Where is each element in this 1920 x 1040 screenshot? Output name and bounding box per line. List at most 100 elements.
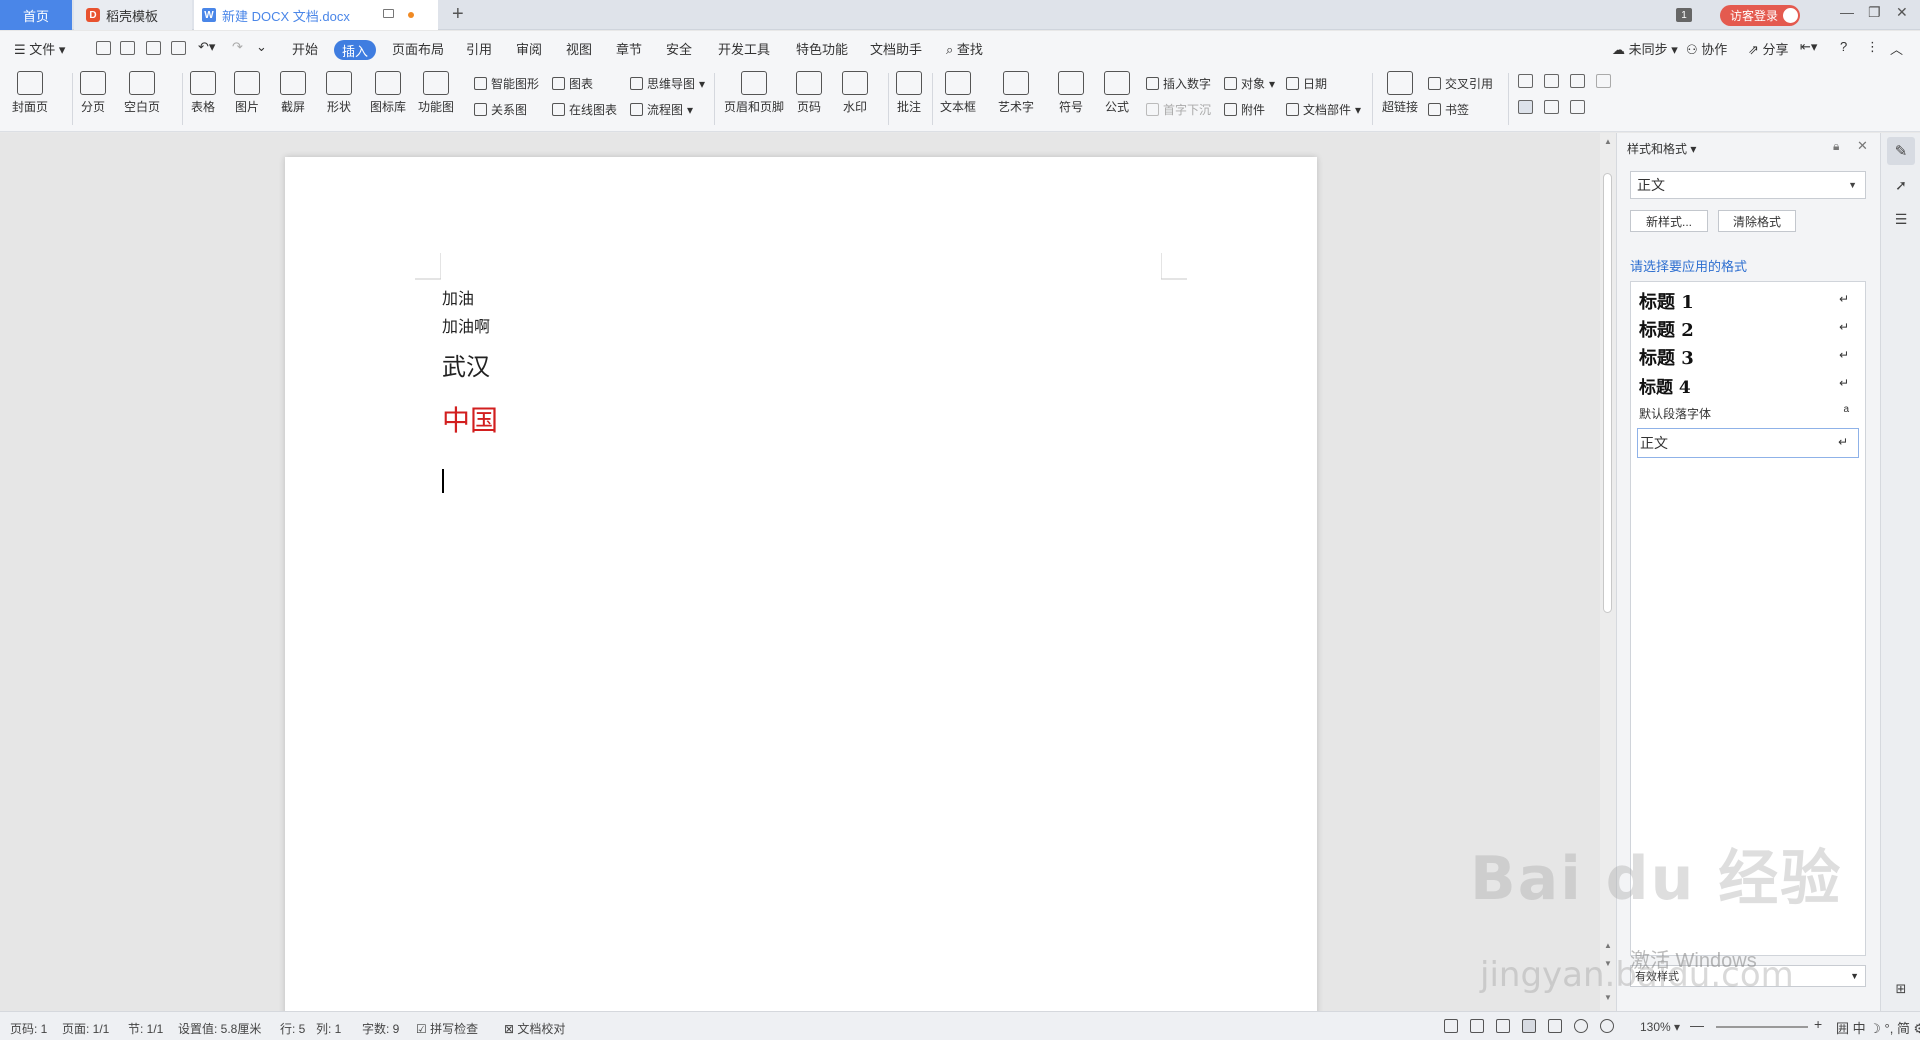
clear-format-button[interactable]: 清除格式 [1718,210,1796,232]
function-chart-button[interactable]: 功能图 [418,71,454,115]
style-default-font[interactable]: 默认段落字体 a [1637,398,1859,428]
shape-button[interactable]: 形状 [326,71,352,115]
symbol-button[interactable]: 符号 [1058,71,1084,115]
document-canvas[interactable]: 加油 加油啊 武汉 中国 [0,133,1600,1011]
page-break-button[interactable]: 分页 [80,71,106,115]
menu-features[interactable]: 特色功能 [796,39,848,58]
menu-insert[interactable]: 插入 [334,40,376,60]
tab-home[interactable]: 首页 [0,0,72,30]
wordart-button[interactable]: 艺术字 [998,71,1034,115]
date-button[interactable]: 日期 [1286,75,1327,92]
page-view-icon[interactable] [1522,1019,1536,1033]
menu-doc-assistant[interactable]: 文档助手 [870,39,922,58]
screenshot-button[interactable]: 截屏 [280,71,306,115]
share-button[interactable]: ⇗ 分享 [1748,39,1789,58]
more-panes-button[interactable]: ⊞ [1887,975,1915,1003]
ime-toolbar[interactable]: 囲 中 ☽ °, 简 ⚙ ⋮ [1836,1018,1920,1037]
flowchart-button[interactable]: 流程图 ▾ [630,101,693,118]
status-pages[interactable]: 页面: 1/1 [62,1020,109,1037]
object-button[interactable]: 对象 ▾ [1224,75,1275,92]
select-pane-button[interactable]: ➚ [1887,171,1915,199]
new-tab-button[interactable]: + [452,3,464,26]
layout-view-icon[interactable] [1544,100,1559,114]
spell-check-button[interactable]: ☑ 拼写检查 [416,1020,478,1037]
cover-page-button[interactable]: 封面页 [12,71,48,115]
menu-chapter[interactable]: 章节 [616,39,642,58]
menu-review[interactable]: 审阅 [516,39,542,58]
menu-developer[interactable]: 开发工具 [718,39,770,58]
format-painter-icon[interactable] [120,41,135,55]
edit-mode-icon[interactable] [1496,1019,1510,1033]
watermark-button[interactable]: 水印 [842,71,868,115]
style-heading-4[interactable]: 标题 4 ↵ [1637,370,1859,400]
menu-page-layout[interactable]: 页面布局 [392,39,444,58]
file-menu[interactable]: ☰ 文件 ▾ [14,39,65,58]
online-chart-button[interactable]: 在线图表 [552,101,617,118]
help-button[interactable]: ? [1840,39,1847,54]
doc-parts-button[interactable]: 文档部件 ▾ [1286,101,1361,118]
comment-button[interactable]: 批注 [896,71,922,115]
status-page-code[interactable]: 页码: 1 [10,1020,47,1037]
tab-template[interactable]: D 稻壳模板 [74,0,192,30]
restore-icon[interactable]: ❐ [1868,4,1881,21]
doc-paragraph[interactable]: 加油 [442,285,474,309]
properties-pane-button[interactable]: ☰ [1887,205,1915,233]
eye-protection-icon[interactable] [1600,1019,1614,1033]
search-button[interactable]: ⌕ 查找 [946,39,983,58]
insert-number-button[interactable]: 插入数字 [1146,75,1211,92]
layout-view-icon[interactable] [1518,74,1533,88]
menu-security[interactable]: 安全 [666,39,692,58]
layout-view-icon[interactable] [1544,74,1559,88]
zoom-level[interactable]: 130% ▾ [1640,1020,1680,1034]
drop-cap-button[interactable]: 首字下沉 [1146,101,1211,118]
panel-close-icon[interactable]: ✕ [1857,138,1868,154]
layout-view-icon[interactable] [1570,74,1585,88]
cross-reference-button[interactable]: 交叉引用 [1428,75,1493,92]
tab-document[interactable]: W 新建 DOCX 文档.docx [194,0,438,30]
proofread-button[interactable]: ⊠ 文档校对 [504,1020,565,1037]
undo-icon[interactable]: ↶▾ [198,39,215,55]
icon-library-button[interactable]: 图标库 [370,71,406,115]
tools-dropdown-icon[interactable]: ⇤▾ [1800,39,1817,55]
zoom-in-button[interactable]: + [1814,1016,1822,1032]
collapse-ribbon-icon[interactable]: ︿ [1890,39,1903,58]
reading-mode-icon[interactable] [1470,1019,1484,1033]
status-setting[interactable]: 设置值: 5.8厘米 [178,1020,261,1037]
scroll-up-icon[interactable]: ▲ [1604,137,1612,146]
web-view-icon[interactable] [1574,1019,1588,1033]
picture-button[interactable]: 图片 [234,71,260,115]
doc-paragraph[interactable]: 武汉 [442,347,490,382]
textbox-button[interactable]: 文本框 [940,71,976,115]
window-count-badge[interactable]: 1 [1676,8,1692,22]
table-button[interactable]: 表格 [190,71,216,115]
scroll-prev-page-icon[interactable]: ▲ [1604,941,1612,950]
close-icon[interactable]: ✕ [1896,4,1908,21]
menu-view[interactable]: 视图 [566,39,592,58]
doc-paragraph[interactable]: 加油啊 [442,313,490,337]
minimize-icon[interactable]: — [1840,4,1854,20]
attachment-button[interactable]: 附件 [1224,101,1265,118]
current-style-select[interactable]: 正文 ▼ [1630,171,1866,199]
style-body-text[interactable]: 正文 ↵ [1637,428,1859,458]
style-heading-2[interactable]: 标题 2 ↵ [1637,314,1859,344]
layout-view-icon[interactable] [1570,100,1585,114]
more-options-icon[interactable]: ⋮ [1866,39,1879,55]
style-heading-3[interactable]: 标题 3 ↵ [1637,342,1859,372]
status-word-count[interactable]: 字数: 9 [362,1020,399,1037]
print-preview-icon[interactable] [171,41,186,55]
status-col[interactable]: 列: 1 [316,1020,341,1037]
window-switch-icon[interactable] [383,9,394,18]
styles-pane-button[interactable]: ✎ [1887,137,1915,165]
layout-view-icon[interactable] [1596,74,1611,88]
status-section[interactable]: 节: 1/1 [128,1020,163,1037]
menu-references[interactable]: 引用 [466,39,492,58]
panel-title[interactable]: 样式和格式 ▾ [1627,140,1696,157]
style-heading-1[interactable]: 标题 1 ↵ [1637,286,1859,316]
guest-login-button[interactable]: 访客登录 [1720,5,1800,26]
blank-page-button[interactable]: 空白页 [124,71,160,115]
layout-view-icon[interactable] [1518,100,1533,114]
formula-button[interactable]: 公式 [1104,71,1130,115]
smart-shape-button[interactable]: 智能图形 [474,75,539,92]
hyperlink-button[interactable]: 超链接 [1382,71,1418,115]
fullscreen-icon[interactable] [1444,1019,1458,1033]
